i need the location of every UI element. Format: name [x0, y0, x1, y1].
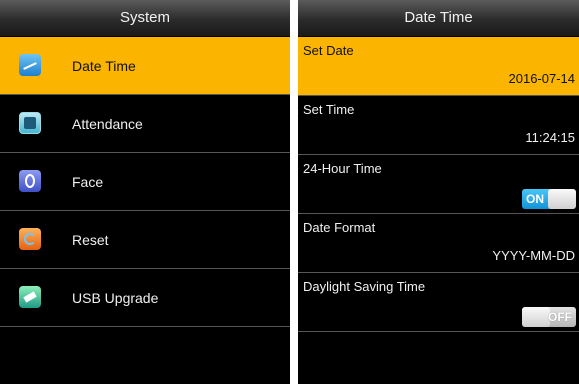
menu-item-date-time[interactable]: Date Time — [0, 37, 290, 95]
toggle-state-text: ON — [526, 192, 544, 206]
date-format-value: YYYY-MM-DD — [492, 248, 575, 263]
hour-24-time-label: 24-Hour Time — [303, 161, 382, 176]
toggle-state-text: OFF — [548, 310, 572, 324]
date-time-panel: Date Time Set Date 2016-07-14 Set Time 1… — [298, 0, 579, 384]
system-title: System — [0, 0, 290, 37]
date-format-label: Date Format — [303, 220, 376, 235]
menu-item-reset[interactable]: Reset — [0, 211, 290, 269]
set-date-row[interactable]: Set Date 2016-07-14 — [298, 37, 579, 96]
date-format-row[interactable]: Date Format YYYY-MM-DD — [298, 214, 579, 273]
menu-item-usb-upgrade[interactable]: USB Upgrade — [0, 269, 290, 327]
hour-24-time-row[interactable]: 24-Hour Time ON — [298, 155, 579, 214]
hour-24-time-toggle[interactable]: ON — [522, 189, 576, 209]
system-menu-panel: System Date Time Attendance Face Reset U… — [0, 0, 290, 384]
face-icon — [19, 170, 41, 192]
menu-item-face[interactable]: Face — [0, 153, 290, 211]
toggle-knob — [548, 189, 576, 209]
daylight-saving-row[interactable]: Daylight Saving Time OFF — [298, 273, 579, 332]
clock-icon — [19, 54, 41, 76]
menu-item-label: Attendance — [72, 116, 143, 132]
daylight-saving-toggle[interactable]: OFF — [522, 307, 576, 327]
set-time-label: Set Time — [303, 102, 355, 117]
menu-item-label: USB Upgrade — [72, 290, 159, 306]
set-date-value: 2016-07-14 — [508, 71, 576, 86]
attendance-icon — [19, 112, 41, 134]
daylight-saving-label: Daylight Saving Time — [303, 279, 426, 294]
set-time-value: 11:24:15 — [525, 130, 575, 145]
menu-item-label: Reset — [72, 232, 109, 248]
set-time-row[interactable]: Set Time 11:24:15 — [298, 96, 579, 155]
usb-upgrade-icon — [19, 286, 41, 308]
set-date-label: Set Date — [303, 43, 354, 58]
date-time-title: Date Time — [298, 0, 579, 37]
menu-item-attendance[interactable]: Attendance — [0, 95, 290, 153]
menu-item-label: Face — [72, 174, 104, 190]
reset-icon — [19, 228, 41, 250]
menu-item-label: Date Time — [72, 58, 136, 74]
toggle-knob — [522, 307, 550, 327]
